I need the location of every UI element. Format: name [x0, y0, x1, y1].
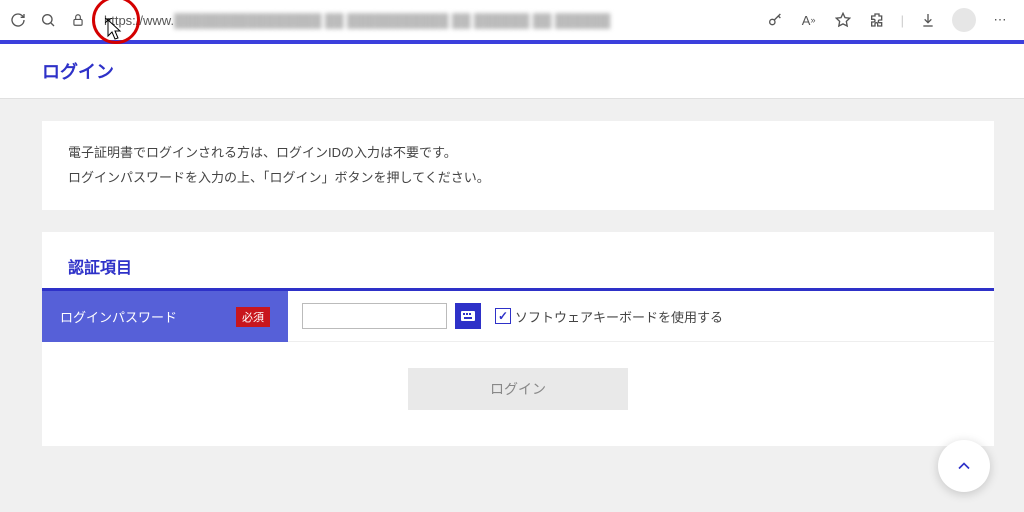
page-header: ログイン [0, 44, 1024, 99]
instruction-line-1: 電子証明書でログインされる方は、ログインIDの入力は不要です。 [68, 141, 968, 166]
auth-section: 認証項目 ログインパスワード 必須 ✓ ソフトウェアキーボードを使用する [42, 232, 994, 446]
password-field-cell: ✓ ソフトウェアキーボードを使用する [288, 291, 994, 342]
scroll-top-button[interactable] [938, 440, 990, 492]
password-row: ログインパスワード 必須 ✓ ソフトウェアキーボードを使用する [42, 291, 994, 342]
password-label-cell: ログインパスワード 必須 [42, 291, 288, 342]
content-area: 電子証明書でログインされる方は、ログインIDの入力は不要です。 ログインパスワー… [0, 99, 1024, 446]
address-bar[interactable]: https://www.████████████████ ██ ████████… [98, 6, 755, 34]
submit-row: ログイン [42, 342, 994, 446]
instruction-panel: 電子証明書でログインされる方は、ログインIDの入力は不要です。 ログインパスワー… [42, 121, 994, 210]
auth-section-title: 認証項目 [42, 232, 994, 291]
required-badge: 必須 [236, 307, 270, 327]
lock-icon[interactable] [68, 10, 88, 30]
soft-keyboard-button[interactable] [455, 303, 481, 329]
page-title: ログイン [42, 58, 994, 84]
soft-keyboard-checkbox-wrap[interactable]: ✓ ソフトウェアキーボードを使用する [495, 307, 723, 326]
search-icon[interactable] [38, 10, 58, 30]
extensions-icon[interactable] [867, 10, 887, 30]
favorite-icon[interactable] [833, 10, 853, 30]
instruction-line-2: ログインパスワードを入力の上、「ログイン」ボタンを押してください。 [68, 166, 968, 191]
refresh-icon[interactable] [8, 10, 28, 30]
profile-avatar[interactable] [952, 8, 976, 32]
checkbox-checked-icon: ✓ [495, 308, 511, 324]
downloads-icon[interactable] [918, 10, 938, 30]
page-body: ログイン 電子証明書でログインされる方は、ログインIDの入力は不要です。 ログイ… [0, 44, 1024, 512]
login-button[interactable]: ログイン [408, 368, 628, 410]
browser-toolbar: https://www.████████████████ ██ ████████… [0, 0, 1024, 40]
separator: | [901, 13, 904, 28]
toolbar-right: A» | ⋯ [765, 8, 1016, 32]
key-icon[interactable] [765, 10, 785, 30]
url-prefix: https://www. [104, 13, 174, 28]
read-aloud-icon[interactable]: A» [799, 10, 819, 30]
url-obscured: ████████████████ ██ ███████████ ██ █████… [174, 13, 610, 28]
password-input[interactable] [302, 303, 447, 329]
chevron-up-icon [954, 456, 974, 476]
more-icon[interactable]: ⋯ [990, 10, 1010, 30]
soft-keyboard-label: ソフトウェアキーボードを使用する [515, 307, 723, 326]
password-label: ログインパスワード [60, 307, 177, 326]
